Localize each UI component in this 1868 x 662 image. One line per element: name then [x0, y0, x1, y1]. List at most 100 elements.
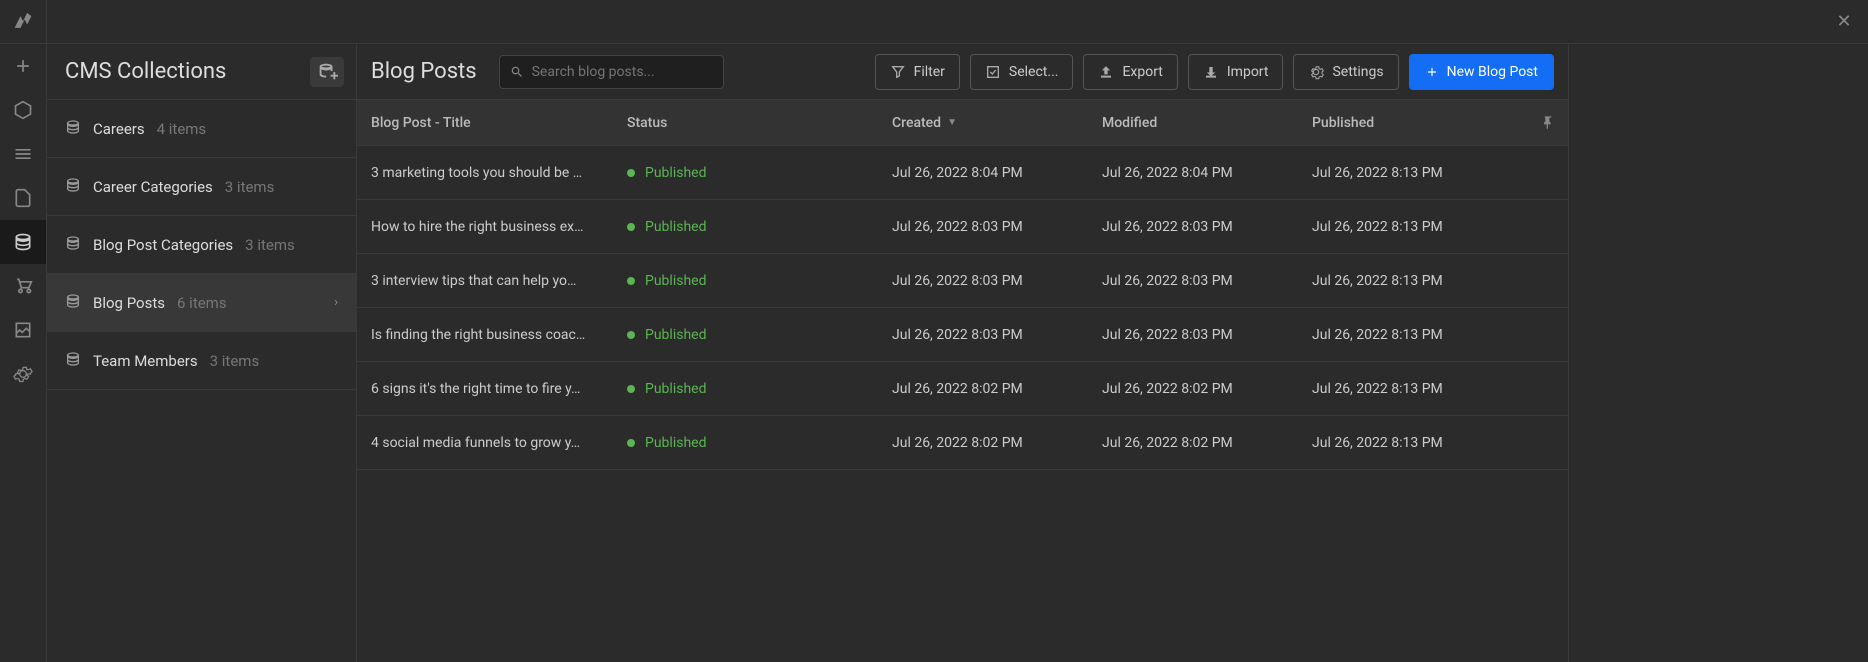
row-created: Jul 26, 2022 8:03 PM: [892, 273, 1102, 289]
nav-elements[interactable]: [0, 88, 46, 132]
add-collection-button[interactable]: [310, 57, 344, 87]
database-icon: [65, 177, 81, 197]
table-row[interactable]: How to hire the right business ex… Publi…: [357, 200, 1568, 254]
row-title: 6 signs it's the right time to fire y…: [357, 381, 627, 397]
table-row[interactable]: 4 social media funnels to grow y… Publis…: [357, 416, 1568, 470]
row-title: 3 marketing tools you should be …: [357, 165, 627, 181]
search-icon: [510, 65, 524, 79]
status-dot-icon: [627, 169, 635, 177]
col-header-modified[interactable]: Modified: [1102, 115, 1312, 131]
database-icon: [65, 293, 81, 313]
export-icon: [1098, 64, 1114, 80]
new-blog-post-button[interactable]: New Blog Post: [1409, 54, 1554, 90]
row-published: Jul 26, 2022 8:13 PM: [1312, 381, 1528, 397]
row-status: Published: [627, 273, 892, 289]
row-published: Jul 26, 2022 8:13 PM: [1312, 327, 1528, 343]
collection-item[interactable]: Blog Posts 6 items ›: [47, 274, 356, 332]
row-published: Jul 26, 2022 8:13 PM: [1312, 273, 1528, 289]
database-icon: [65, 235, 81, 255]
panel-title: Blog Posts: [371, 59, 477, 84]
status-dot-icon: [627, 223, 635, 231]
nav-ecommerce[interactable]: [0, 264, 46, 308]
export-button[interactable]: Export: [1083, 54, 1177, 90]
database-icon: [65, 351, 81, 371]
nav-pages[interactable]: [0, 176, 46, 220]
status-dot-icon: [627, 277, 635, 285]
search-field[interactable]: [532, 64, 713, 80]
row-status: Published: [627, 435, 892, 451]
row-modified: Jul 26, 2022 8:03 PM: [1102, 219, 1312, 235]
col-header-created[interactable]: Created ▼: [892, 115, 1102, 131]
row-created: Jul 26, 2022 8:03 PM: [892, 327, 1102, 343]
collection-count: 3 items: [210, 352, 260, 370]
database-icon: [65, 119, 81, 139]
collection-name: Team Members: [93, 352, 198, 370]
row-status: Published: [627, 165, 892, 181]
collection-item[interactable]: Careers 4 items: [47, 100, 356, 158]
row-title: 4 social media funnels to grow y…: [357, 435, 627, 451]
filter-button[interactable]: Filter: [875, 54, 960, 90]
search-input[interactable]: [499, 55, 724, 89]
main-panel: Blog Posts Filter Select...: [357, 44, 1568, 662]
nav-assets[interactable]: [0, 308, 46, 352]
table-row[interactable]: 6 signs it's the right time to fire y… P…: [357, 362, 1568, 416]
nav-navigator[interactable]: [0, 132, 46, 176]
top-bar: ✕: [47, 0, 1868, 44]
row-status: Published: [627, 381, 892, 397]
table-row[interactable]: Is finding the right business coac… Publ…: [357, 308, 1568, 362]
row-created: Jul 26, 2022 8:04 PM: [892, 165, 1102, 181]
import-icon: [1203, 64, 1219, 80]
import-button[interactable]: Import: [1188, 54, 1284, 90]
row-created: Jul 26, 2022 8:03 PM: [892, 219, 1102, 235]
collection-name: Career Categories: [93, 178, 213, 196]
col-header-published[interactable]: Published: [1312, 115, 1528, 131]
nav-cms[interactable]: [0, 220, 46, 264]
row-title: Is finding the right business coac…: [357, 327, 627, 343]
collection-item[interactable]: Career Categories 3 items: [47, 158, 356, 216]
plus-icon: [1425, 65, 1439, 79]
col-header-title[interactable]: Blog Post - Title: [357, 115, 627, 131]
right-empty-region: [1568, 44, 1868, 662]
sidebar-title: CMS Collections: [65, 59, 226, 84]
collection-item[interactable]: Team Members 3 items: [47, 332, 356, 390]
row-modified: Jul 26, 2022 8:02 PM: [1102, 381, 1312, 397]
nav-settings[interactable]: [0, 352, 46, 396]
select-button[interactable]: Select...: [970, 54, 1074, 90]
collection-item[interactable]: Blog Post Categories 3 items: [47, 216, 356, 274]
pin-column-button[interactable]: [1528, 115, 1568, 131]
collection-name: Blog Post Categories: [93, 236, 233, 254]
table-row[interactable]: 3 interview tips that can help yo… Publi…: [357, 254, 1568, 308]
col-header-status[interactable]: Status: [627, 115, 892, 131]
select-icon: [985, 64, 1001, 80]
status-dot-icon: [627, 385, 635, 393]
nav-add[interactable]: [0, 44, 46, 88]
collection-name: Blog Posts: [93, 294, 165, 312]
collection-count: 6 items: [177, 294, 227, 312]
collection-count: 4 items: [157, 120, 207, 138]
settings-button[interactable]: Settings: [1293, 54, 1398, 90]
row-status: Published: [627, 219, 892, 235]
status-dot-icon: [627, 439, 635, 447]
table-row[interactable]: 3 marketing tools you should be … Publis…: [357, 146, 1568, 200]
row-modified: Jul 26, 2022 8:02 PM: [1102, 435, 1312, 451]
row-status: Published: [627, 327, 892, 343]
row-modified: Jul 26, 2022 8:03 PM: [1102, 273, 1312, 289]
table-header: Blog Post - Title Status Created ▼ Modif…: [357, 100, 1568, 146]
close-icon[interactable]: ✕: [1832, 10, 1856, 34]
collection-name: Careers: [93, 120, 145, 138]
left-nav: [0, 0, 47, 662]
sort-caret-icon: ▼: [947, 117, 957, 128]
row-title: 3 interview tips that can help yo…: [357, 273, 627, 289]
gear-icon: [1308, 64, 1324, 80]
row-modified: Jul 26, 2022 8:03 PM: [1102, 327, 1312, 343]
webflow-logo[interactable]: [0, 0, 46, 44]
row-published: Jul 26, 2022 8:13 PM: [1312, 165, 1528, 181]
status-dot-icon: [627, 331, 635, 339]
collection-count: 3 items: [245, 236, 295, 254]
row-title: How to hire the right business ex…: [357, 219, 627, 235]
collections-sidebar: CMS Collections Careers 4 items Career C…: [47, 44, 357, 662]
row-published: Jul 26, 2022 8:13 PM: [1312, 435, 1528, 451]
row-created: Jul 26, 2022 8:02 PM: [892, 435, 1102, 451]
filter-icon: [890, 64, 906, 80]
collection-count: 3 items: [225, 178, 275, 196]
